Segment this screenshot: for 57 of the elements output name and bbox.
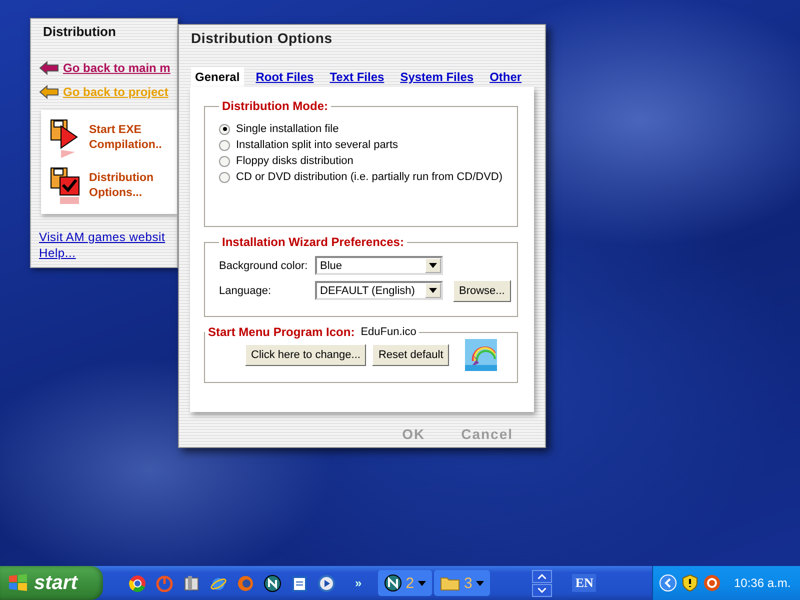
radio-button[interactable] xyxy=(219,156,230,166)
tab[interactable]: Text Files xyxy=(326,67,388,87)
tab[interactable]: System Files xyxy=(396,67,478,87)
radio-button[interactable] xyxy=(219,172,230,182)
ring-icon[interactable] xyxy=(703,574,721,592)
background-color-dropdown[interactable]: Blue xyxy=(315,256,443,275)
tab[interactable]: Other xyxy=(486,67,526,87)
browse-button[interactable]: Browse... xyxy=(453,280,511,302)
media-player-icon[interactable] xyxy=(318,574,335,592)
chrome-icon[interactable] xyxy=(129,574,146,592)
caret-icon xyxy=(418,580,426,586)
radio-button[interactable] xyxy=(219,124,230,134)
language-indicator[interactable]: EN xyxy=(572,574,596,592)
chevron-up-icon xyxy=(538,574,546,578)
caret-icon xyxy=(476,580,484,586)
caret-icon xyxy=(429,288,437,293)
language-dropdown[interactable]: DEFAULT (English) xyxy=(315,281,443,300)
overflow-chevron[interactable]: » xyxy=(355,576,362,590)
field-label: Background color: xyxy=(219,260,305,272)
window-title: Distribution Options xyxy=(190,29,334,48)
warning-shield-icon[interactable] xyxy=(682,574,698,592)
radio-option[interactable]: Installation split into several parts xyxy=(219,137,517,153)
tab[interactable]: Root Files xyxy=(252,67,318,87)
globe-n-icon[interactable] xyxy=(264,574,281,592)
action-link[interactable]: Start EXE Compilation.. xyxy=(89,123,177,153)
folder-icon xyxy=(440,575,460,591)
chevron-down-icon xyxy=(538,588,546,592)
group-title: Start Menu Program Icon: xyxy=(208,325,355,339)
rainbow-butterfly-icon xyxy=(465,339,498,371)
footer-link[interactable]: Help... xyxy=(39,246,177,260)
change-icon-button[interactable]: Click here to change... xyxy=(245,344,366,366)
left-arrow-icon xyxy=(39,61,59,75)
chevron-left-icon[interactable] xyxy=(659,574,677,592)
radio-option[interactable]: Single installation file xyxy=(219,121,517,137)
window-title: Distribution xyxy=(42,24,117,41)
globe-n-icon xyxy=(384,574,402,592)
reset-default-button[interactable]: Reset default xyxy=(372,344,450,366)
group-title: Installation Wizard Preferences: xyxy=(222,235,404,249)
scroll-down-button[interactable] xyxy=(532,584,552,596)
radio-option[interactable]: CD or DVD distribution (i.e. partially run from CD/DVD) xyxy=(219,169,517,185)
file-cabinet-icon[interactable] xyxy=(183,574,200,592)
clock: 10:36 a.m. xyxy=(734,576,791,590)
caret-icon xyxy=(429,263,437,268)
document-icon[interactable] xyxy=(291,574,308,592)
group-title: Distribution Mode: xyxy=(222,99,328,113)
back-link[interactable]: Go back to main m xyxy=(63,61,170,75)
radio-button[interactable] xyxy=(219,140,230,150)
footer-link[interactable]: Visit AM games websit xyxy=(39,230,177,244)
radio-option[interactable]: Floppy disks distribution xyxy=(219,153,517,169)
field-label: Language: xyxy=(219,284,272,296)
left-arrow-icon xyxy=(39,85,59,99)
tab[interactable]: General xyxy=(191,67,244,87)
windows-logo-icon xyxy=(8,574,28,592)
scroll-up-button[interactable] xyxy=(532,570,552,582)
start-button[interactable]: start xyxy=(0,566,103,600)
action-link[interactable]: Distribution Options... xyxy=(89,171,177,201)
icon-file-name: EduFun.ico xyxy=(360,326,416,338)
